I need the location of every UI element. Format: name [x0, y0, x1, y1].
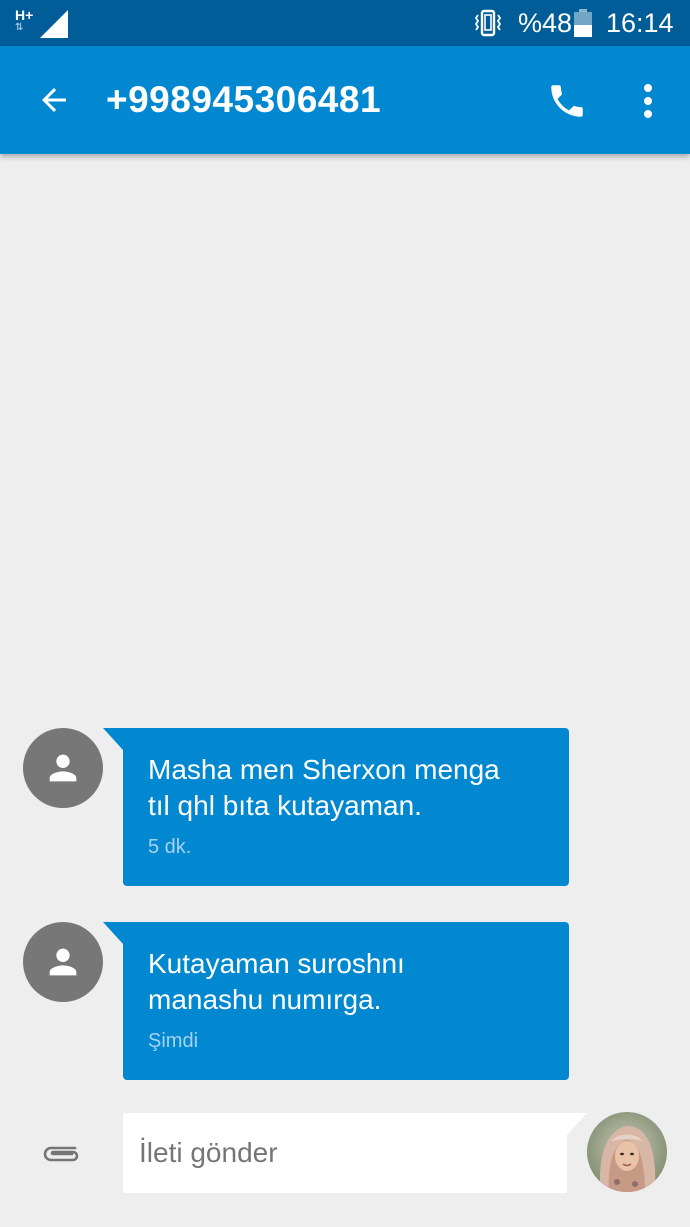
- more-options-button[interactable]: [624, 72, 672, 130]
- person-icon: [49, 754, 77, 782]
- profile-photo: [587, 1112, 667, 1192]
- contact-avatar[interactable]: [23, 728, 103, 808]
- network-type-label: H+: [15, 7, 34, 23]
- battery-percent: %48: [518, 8, 573, 38]
- message-bubble[interactable]: Masha men Sherxon menga tıl qhl bıta kut…: [103, 728, 569, 886]
- call-button[interactable]: [538, 72, 596, 130]
- contact-phone-number: +998945306481: [106, 79, 382, 120]
- arrow-back-icon: [42, 88, 66, 112]
- vibrate-mode-icon: [474, 9, 502, 37]
- bubble-tail: [103, 922, 123, 944]
- person-icon: [49, 948, 77, 976]
- attach-button[interactable]: [32, 1128, 90, 1178]
- message-timestamp: Şimdi: [148, 1030, 199, 1052]
- battery-icon: [574, 9, 592, 37]
- conversation-toolbar: +998945306481: [0, 46, 690, 154]
- sender-avatar[interactable]: [587, 1112, 667, 1192]
- compose-box: [123, 1113, 587, 1193]
- message-text: Masha men Sherxon menga tıl qhl bıta kut…: [148, 754, 500, 821]
- status-clock: 16:14: [606, 8, 674, 38]
- bubble-tail: [103, 728, 123, 750]
- message-timestamp: 5 dk.: [148, 836, 192, 858]
- contact-avatar[interactable]: [23, 922, 103, 1002]
- message-input[interactable]: [123, 1113, 543, 1193]
- more-vert-icon: [644, 84, 652, 118]
- back-button[interactable]: [26, 72, 82, 128]
- network-type-indicator: H+ ⇅: [15, 8, 33, 33]
- data-activity-icon: ⇅: [15, 22, 24, 33]
- status-bar: H+ ⇅ %48 16:14: [0, 0, 690, 46]
- paperclip-icon: [43, 1146, 79, 1162]
- compose-tail: [567, 1113, 587, 1135]
- signal-strength-icon: [40, 10, 68, 38]
- messaging-screen: H+ ⇅ %48 16:14 +998945306481 Masha men S…: [0, 0, 690, 1227]
- message-bubble[interactable]: Kutayaman suroshnı manashu numırga. Şimd…: [103, 922, 569, 1080]
- message-text: Kutayaman suroshnı manashu numırga.: [148, 948, 405, 1015]
- phone-icon: [551, 85, 583, 117]
